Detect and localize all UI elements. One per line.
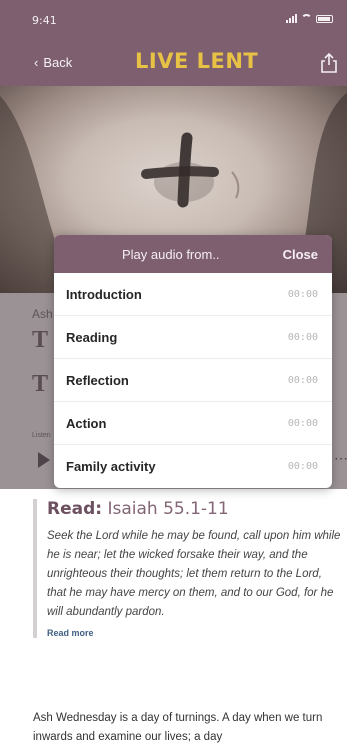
back-label: Back xyxy=(43,55,73,70)
reading-reference: Isaiah 55.1-11 xyxy=(107,499,229,519)
article-label-fragment: Ash xyxy=(32,307,53,321)
audio-option-label: Action xyxy=(66,415,107,431)
audio-option-introduction[interactable]: Introduction 00:00 xyxy=(54,273,332,316)
reading-heading-label: Read: xyxy=(47,499,103,519)
audio-option-time: 00:00 xyxy=(287,461,318,472)
wifi-icon xyxy=(301,14,312,23)
audio-option-label: Reading xyxy=(66,329,118,345)
audio-option-time: 00:00 xyxy=(287,288,318,300)
article-title-fragment-1: T xyxy=(32,327,49,353)
battery-icon xyxy=(316,15,333,23)
reading-block: Read: Isaiah 55.1-11 Seek the Lord while… xyxy=(33,499,343,638)
modal-title: Play audio from.. xyxy=(122,247,220,262)
listen-label-fragment: Listen xyxy=(32,432,51,439)
audio-option-label: Introduction xyxy=(66,286,142,302)
signal-icon xyxy=(286,13,297,23)
more-icon[interactable]: ⋯ xyxy=(334,450,347,467)
play-audio-modal: Play audio from.. Close Introduction 00:… xyxy=(54,235,332,488)
article-content: Read: Isaiah 55.1-11 Seek the Lord while… xyxy=(0,489,347,752)
back-button[interactable]: ‹ Back xyxy=(34,55,72,70)
read-more-link[interactable]: Read more xyxy=(47,628,343,638)
audio-option-time: 00:00 xyxy=(287,417,318,429)
share-icon[interactable] xyxy=(319,52,339,74)
audio-option-time: 00:00 xyxy=(287,331,318,343)
reading-text: Seek the Lord while he may be found, cal… xyxy=(47,530,341,618)
play-icon[interactable] xyxy=(38,452,50,468)
status-bar: 9:41 xyxy=(0,0,347,42)
back-chevron-icon: ‹ xyxy=(34,55,39,70)
audio-option-reflection[interactable]: Reflection 00:00 xyxy=(54,359,332,402)
close-button[interactable]: Close xyxy=(283,247,318,262)
body-text: Ash Wednesday is a day of turnings. A da… xyxy=(33,712,323,743)
nav-bar: ‹ Back LIVE LENT xyxy=(0,42,347,86)
audio-option-label: Reflection xyxy=(66,372,129,388)
audio-option-action[interactable]: Action 00:00 xyxy=(54,402,332,445)
audio-option-time: 00:00 xyxy=(287,374,318,386)
app-logo: LIVE LENT xyxy=(135,49,259,73)
article-title-fragment-2: T xyxy=(32,371,49,397)
audio-option-reading[interactable]: Reading 00:00 xyxy=(54,316,332,359)
modal-header: Play audio from.. Close xyxy=(54,235,332,273)
status-icons xyxy=(286,13,333,23)
audio-option-family-activity[interactable]: Family activity 00:00 xyxy=(54,445,332,488)
status-time: 9:41 xyxy=(32,14,57,27)
reading-heading: Read: Isaiah 55.1-11 xyxy=(47,499,343,519)
audio-option-label: Family activity xyxy=(66,459,156,474)
